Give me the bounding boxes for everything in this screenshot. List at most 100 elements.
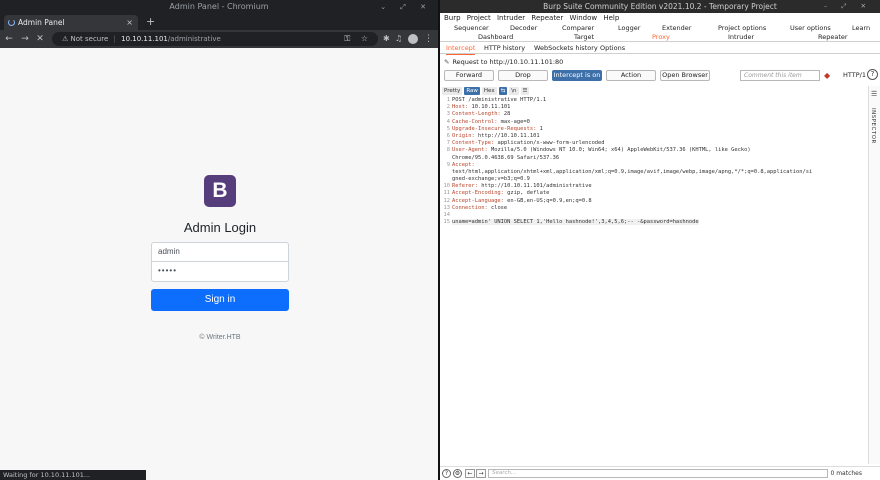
extensions-icon[interactable]: ✱ <box>383 32 390 46</box>
address-bar[interactable]: ⚠ Not secure | 10.10.11.101/administrati… <box>52 32 378 46</box>
sign-in-button[interactable]: Sign in <box>151 289 289 311</box>
not-secure-label: Not secure <box>70 35 109 43</box>
tab-extender[interactable]: Extender <box>662 24 691 33</box>
menu-repeater[interactable]: Repeater <box>531 14 563 22</box>
tab-proxy[interactable]: Proxy <box>652 33 670 42</box>
help-circle-icon[interactable]: ? <box>442 469 451 478</box>
menu-project[interactable]: Project <box>467 14 491 22</box>
key-and-bookmark-icons[interactable]: ⚿ ☆ <box>344 32 372 46</box>
view-pretty[interactable]: Pretty <box>442 87 463 95</box>
line-number: 3 <box>446 111 450 118</box>
tab-http-history[interactable]: HTTP history <box>484 43 525 54</box>
line-number: 9 <box>446 161 450 168</box>
line-number: 13 <box>443 204 451 211</box>
view-raw[interactable]: Raw <box>464 87 480 95</box>
tab-target[interactable]: Target <box>574 33 594 42</box>
header-name: Upgrade-Insecure-Requests: <box>452 125 537 132</box>
request-line: 6 Origin: http://10.10.11.101 <box>442 133 874 140</box>
header-value: Chrome/95.0.4638.69 Safari/537.36 <box>452 154 560 161</box>
forward-arrow-icon[interactable]: → <box>18 32 32 46</box>
tab-intercept[interactable]: Intercept <box>446 43 476 55</box>
line-number: 11 <box>443 190 451 197</box>
view-hex[interactable]: Hex <box>481 87 497 95</box>
back-arrow-icon[interactable]: ← <box>2 32 16 46</box>
tab-sequencer[interactable]: Sequencer <box>454 24 489 33</box>
tab-websockets-history[interactable]: WebSockets history <box>534 43 598 54</box>
chrome-menu-icon[interactable]: ⋮ <box>424 32 433 46</box>
open-browser-button[interactable]: Open Browser <box>660 70 710 81</box>
bootstrap-logo-icon: B <box>204 175 236 207</box>
menu-window[interactable]: Window <box>569 14 597 22</box>
search-prev-button[interactable]: ← <box>465 469 475 478</box>
tab-dashboard[interactable]: Dashboard <box>478 33 513 42</box>
line-number: 4 <box>446 118 450 125</box>
burp-window-controls[interactable]: – ⤢ ✕ <box>824 0 872 13</box>
header-value: 28 <box>500 111 511 118</box>
intercept-toggle-button[interactable]: Intercept is on <box>552 70 602 81</box>
chromium-titlebar: Admin Panel - Chromium ⌄ ⤢ ✕ <box>0 0 438 14</box>
http-version-toggle[interactable]: HTTP/1 <box>843 71 866 79</box>
password-field[interactable]: ••••• <box>151 262 289 282</box>
header-value: max-age=0 <box>497 118 530 125</box>
new-tab-button[interactable]: + <box>146 14 155 30</box>
view-newline[interactable]: \n <box>509 87 519 95</box>
header-name: Cache-Control: <box>452 118 498 125</box>
tab-intruder[interactable]: Intruder <box>728 33 754 42</box>
tab-logger[interactable]: Logger <box>618 24 640 33</box>
line-number: 2 <box>446 104 450 111</box>
menu-intruder[interactable]: Intruder <box>497 14 525 22</box>
header-value: en-GB,en-US;q=0.9,en;q=0.8 <box>503 197 592 204</box>
help-icon[interactable]: ? <box>867 69 878 80</box>
action-button[interactable]: Action <box>606 70 656 81</box>
header-value: http://10.10.11.101 <box>474 132 540 139</box>
request-editor[interactable]: 1 POST /administrative HTTP/1.1 2 Host: 10.… <box>442 97 874 464</box>
search-input[interactable]: Search... <box>488 469 828 478</box>
editor-menu-icon[interactable]: ☰ <box>520 87 530 95</box>
username-field[interactable]: admin <box>151 242 289 262</box>
header-value: application/x-www-form-urlencoded <box>494 140 605 147</box>
tab-project-options[interactable]: Project options <box>718 24 766 33</box>
tab-options[interactable]: Options <box>600 43 625 54</box>
url-separator: | <box>113 35 116 43</box>
show-nonprintable-icon[interactable]: ⇆ <box>498 87 508 95</box>
search-next-button[interactable]: → <box>476 469 486 478</box>
tab-user-options[interactable]: User options <box>790 24 831 33</box>
menu-help[interactable]: Help <box>603 14 619 22</box>
inspector-menu-icon[interactable]: ☰ <box>871 90 877 98</box>
header-name: User-Agent: <box>452 147 488 154</box>
request-line: 11 Accept-Encoding: gzip, deflate <box>442 190 874 197</box>
profile-avatar-icon[interactable] <box>408 34 418 44</box>
settings-icon[interactable]: ⚙ <box>453 469 462 478</box>
highlight-icon[interactable]: ◆ <box>824 70 830 81</box>
burp-suite-window: Burp Suite Community Edition v2021.10.2 … <box>440 0 880 480</box>
header-name: Referer: <box>452 183 478 190</box>
forward-button[interactable]: Forward <box>444 70 494 81</box>
chromium-window-controls[interactable]: ⌄ ⤢ ✕ <box>380 0 432 14</box>
header-value: text/html,application/xhtml+xml,applicat… <box>452 168 813 175</box>
menu-burp[interactable]: Burp <box>444 14 461 22</box>
header-value: http://10.10.11.101/administrative <box>477 183 592 190</box>
page-title: Admin Login <box>183 220 257 235</box>
request-line: gned-exchange;v=b3;q=0.9 <box>442 176 874 183</box>
tab-learn[interactable]: Learn <box>852 24 870 33</box>
tab-close-icon[interactable]: × <box>126 15 133 30</box>
tab-repeater[interactable]: Repeater <box>818 33 848 42</box>
tab-decoder[interactable]: Decoder <box>510 24 537 33</box>
drop-button[interactable]: Drop <box>498 70 548 81</box>
tab-comparer[interactable]: Comparer <box>562 24 594 33</box>
stop-loading-icon[interactable]: ✕ <box>33 32 47 46</box>
inspector-panel[interactable]: ☰ INSPECTOR <box>868 86 880 464</box>
line-number: 12 <box>443 197 451 204</box>
admin-login-page: B Admin Login admin ••••• Sign in © Writ… <box>0 48 438 480</box>
request-line: 7 Content-Type: application/x-www-form-ur… <box>442 140 874 147</box>
header-value: close <box>487 204 508 211</box>
browser-tab[interactable]: Admin Panel × <box>4 15 138 30</box>
line-number: 1 <box>446 97 450 103</box>
media-icon[interactable]: ♫ <box>395 32 402 46</box>
line-number: 14 <box>443 212 451 218</box>
line-number: 10 <box>443 183 451 190</box>
warning-icon: ⚠ <box>62 35 69 43</box>
burp-menubar: Burp Project Intruder Repeater Window He… <box>440 13 880 23</box>
comment-field[interactable]: Comment this item <box>740 70 820 81</box>
inspector-label: INSPECTOR <box>870 108 876 144</box>
